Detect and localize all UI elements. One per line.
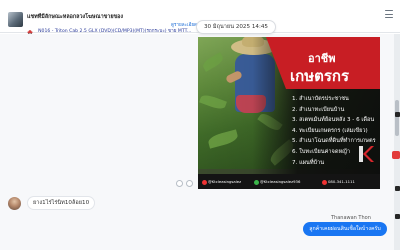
- k-logo: [359, 146, 374, 162]
- date-separator: 30 มิถุนายน 2025 14:45: [196, 20, 276, 34]
- document-item: 1. สำเนาบัตรประชาชน: [292, 96, 349, 102]
- sender-name: Thanawan Thon: [331, 215, 371, 221]
- user-avatar[interactable]: [8, 197, 21, 210]
- notification-tag[interactable]: [392, 151, 400, 159]
- chat-title: แชทที่มีลักษณะหลอกลวงโฆษณาขายของ: [27, 14, 124, 20]
- rail-marker: [395, 186, 400, 191]
- facebook-handle: @Ktcleasingsalez: [208, 179, 242, 184]
- vehicle-thumbnail[interactable]: [8, 12, 23, 27]
- promo-headline-line2: เกษตรกร: [290, 67, 350, 85]
- document-item: 3. สเตทเม้นท์ย้อนหลัง 3 - 6 เดือน: [292, 117, 375, 124]
- menu-icon[interactable]: [384, 9, 394, 19]
- incoming-message: ยาง1ไร่ไร่นิท10ล้อย10: [27, 196, 96, 210]
- line-icon: [254, 179, 259, 185]
- emoji-icon[interactable]: [176, 180, 183, 187]
- rail-marker: [395, 214, 400, 219]
- phone-icon: [322, 179, 327, 185]
- promo-image[interactable]: อาชีพ เกษตรกร 1. สำเนาบัตรประชาชน 2. สำเ…: [198, 37, 380, 189]
- document-item: 4. ทะเบียนเกษตรกร (เล่มเขียว): [292, 127, 368, 134]
- facebook-icon: [202, 179, 207, 185]
- rail-marker: [395, 112, 400, 117]
- line-handle: @Ktcleasingsalez936: [260, 179, 301, 184]
- outgoing-message: ลูกค้าเคยผ่อนสินเชื่อใดบ้างครับ: [303, 222, 387, 236]
- clock-icon[interactable]: [186, 180, 193, 187]
- scrollbar-thumb[interactable]: [395, 100, 399, 136]
- document-item: 2. สำเนาทะเบียนบ้าน: [292, 106, 345, 113]
- listing-link[interactable]: ดูรายละเอียด: [171, 22, 197, 29]
- phone-number: 080-341-1111: [328, 179, 355, 184]
